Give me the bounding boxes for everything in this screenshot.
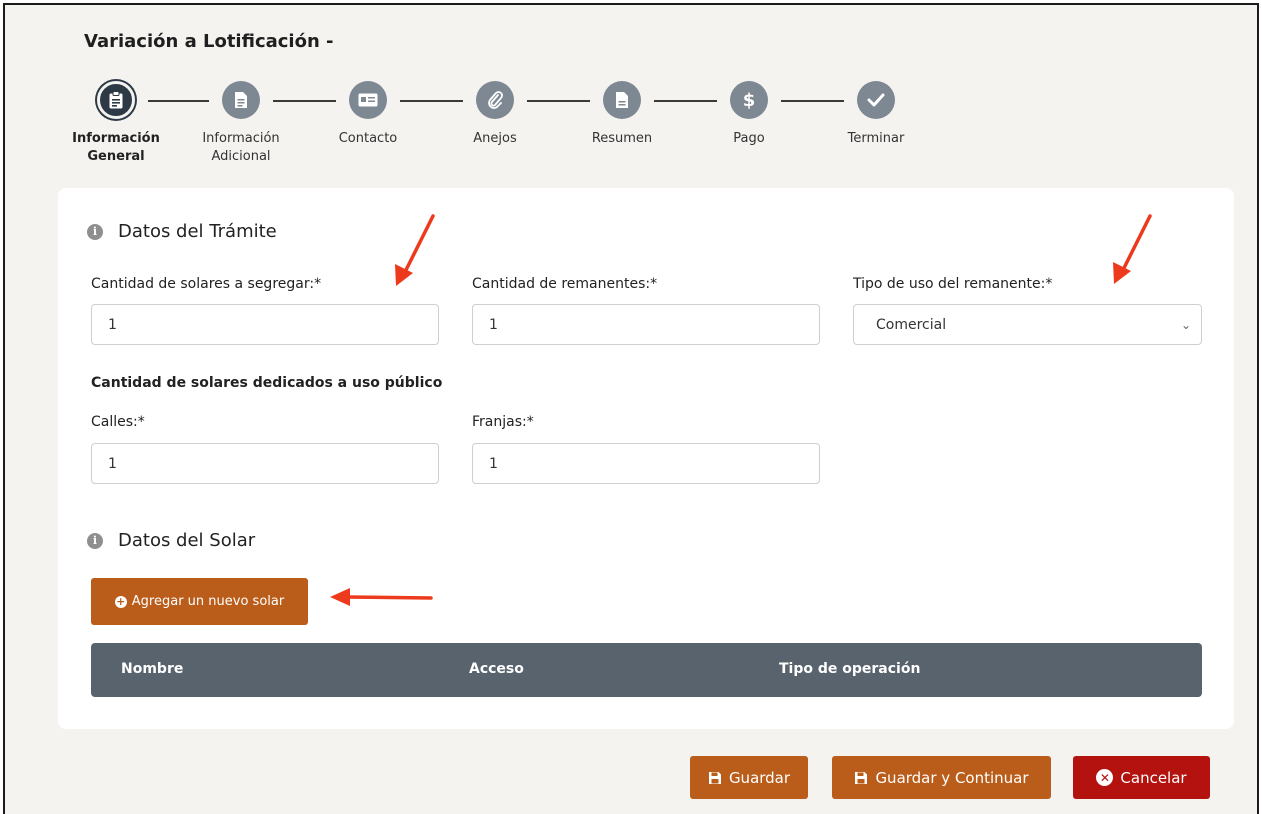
close-circle-icon: ✕	[1096, 769, 1114, 786]
label-tipo-uso: Tipo de uso del remanente:*	[853, 276, 1053, 292]
step-anejos[interactable]: Anejos	[430, 81, 560, 148]
column-header-nombre[interactable]: Nombre	[121, 661, 183, 677]
check-icon	[857, 81, 895, 119]
save-and-continue-button[interactable]: Guardar y Continuar	[832, 756, 1051, 799]
floppy-disk-icon	[708, 771, 721, 784]
solares-segregar-input[interactable]	[91, 304, 439, 345]
step-pago[interactable]: $ Pago	[684, 81, 814, 148]
app-frame: Variación a Lotificación - Información Ge…	[3, 3, 1259, 814]
page-title: Variación a Lotificación -	[84, 31, 334, 52]
tipo-uso-select[interactable]: Comercial ⌄	[853, 304, 1202, 345]
section-title-solar: i Datos del Solar	[87, 530, 255, 551]
uso-publico-heading: Cantidad de solares dedicados a uso públ…	[91, 375, 443, 391]
step-terminar[interactable]: Terminar	[811, 81, 941, 148]
save-button[interactable]: Guardar	[690, 756, 808, 799]
label-solares-segregar: Cantidad de solares a segregar:*	[91, 276, 322, 292]
label-franjas: Franjas:*	[472, 414, 534, 430]
solar-table-header: Nombre Acceso Tipo de operación	[91, 643, 1202, 697]
dollar-icon: $	[730, 81, 768, 119]
step-label: Información Adicional	[202, 131, 280, 164]
tipo-uso-value: Comercial	[876, 316, 947, 333]
plus-circle-icon: +	[114, 595, 127, 608]
label-calles: Calles:*	[91, 414, 145, 430]
floppy-disk-icon	[855, 771, 868, 784]
form-card: i Datos del Trámite Cantidad de solares …	[58, 188, 1234, 729]
id-card-icon	[349, 81, 387, 119]
step-label: Terminar	[847, 131, 905, 146]
step-contacto[interactable]: Contacto	[303, 81, 433, 148]
info-icon: i	[87, 532, 103, 549]
franjas-input[interactable]	[472, 443, 820, 484]
clipboard-icon	[97, 81, 135, 119]
calles-input[interactable]	[91, 443, 439, 484]
column-header-tipo-operacion[interactable]: Tipo de operación	[779, 661, 920, 677]
document-icon	[222, 81, 260, 119]
remanentes-input[interactable]	[472, 304, 820, 345]
step-label: Información General	[72, 131, 160, 164]
cancel-button[interactable]: ✕ Cancelar	[1073, 756, 1210, 799]
step-informacion-general[interactable]: Información General	[51, 81, 181, 166]
chevron-down-icon: ⌄	[1180, 317, 1191, 332]
column-header-acceso[interactable]: Acceso	[469, 661, 524, 677]
step-label: Pago	[733, 131, 765, 146]
step-label: Contacto	[338, 131, 398, 146]
file-icon	[603, 81, 641, 119]
info-icon: i	[87, 223, 103, 240]
step-informacion-adicional[interactable]: Información Adicional	[176, 81, 306, 166]
step-resumen[interactable]: Resumen	[557, 81, 687, 148]
section-title-tramite: i Datos del Trámite	[87, 221, 277, 242]
paperclip-icon	[476, 81, 514, 119]
step-label: Anejos	[473, 131, 517, 146]
add-solar-button[interactable]: + Agregar un nuevo solar	[91, 578, 308, 625]
label-remanentes: Cantidad de remanentes:*	[472, 276, 658, 292]
step-label: Resumen	[591, 131, 653, 146]
